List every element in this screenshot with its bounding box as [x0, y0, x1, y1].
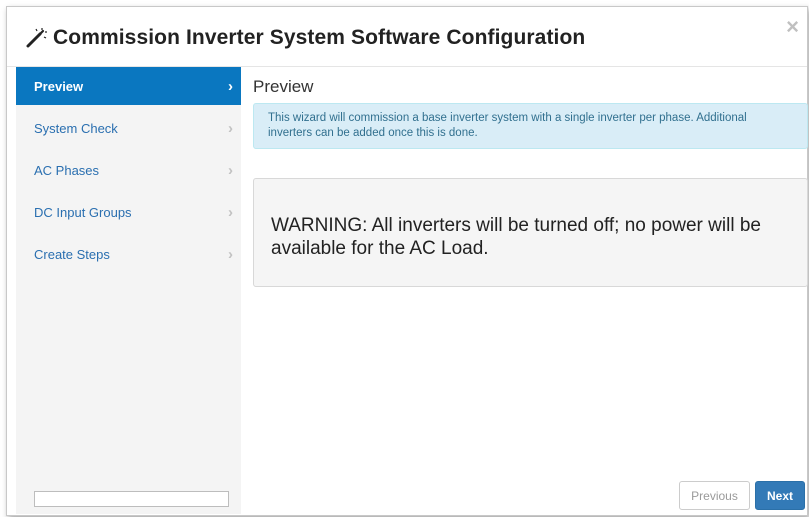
step-label: Preview: [34, 78, 84, 94]
previous-button[interactable]: Previous: [679, 481, 750, 510]
chevron-right-icon: ›: [228, 119, 233, 137]
dialog-header: Commission Inverter System Software Conf…: [7, 7, 807, 67]
wizard-steps-sidebar: Preview › System Check › AC Phases › DC …: [16, 67, 241, 514]
chevron-right-icon: ›: [228, 203, 233, 221]
next-button[interactable]: Next: [755, 481, 805, 510]
commission-dialog: Commission Inverter System Software Conf…: [6, 6, 808, 516]
info-alert: This wizard will commission a base inver…: [253, 103, 808, 149]
step-ac-phases[interactable]: AC Phases ›: [16, 151, 241, 189]
chevron-right-icon: ›: [228, 77, 233, 95]
chevron-right-icon: ›: [228, 245, 233, 263]
step-label: AC Phases: [34, 162, 100, 178]
step-label: Create Steps: [34, 246, 110, 262]
step-dc-input-groups[interactable]: DC Input Groups ›: [16, 193, 241, 231]
chevron-right-icon: ›: [228, 161, 233, 179]
warning-message: WARNING: All inverters will be turned of…: [253, 178, 808, 287]
step-label: DC Input Groups: [34, 204, 132, 220]
dialog-title-group: Commission Inverter System Software Conf…: [25, 26, 585, 50]
sidebar-text-field[interactable]: [34, 491, 229, 507]
step-create-steps[interactable]: Create Steps ›: [16, 235, 241, 273]
dialog-title: Commission Inverter System Software Conf…: [53, 26, 586, 49]
step-preview[interactable]: Preview ›: [16, 67, 241, 105]
step-system-check[interactable]: System Check ›: [16, 109, 241, 147]
magic-wand-icon: [26, 28, 47, 48]
close-icon[interactable]: ×: [786, 16, 799, 38]
step-label: System Check: [34, 120, 118, 136]
step-title: Preview: [253, 77, 314, 96]
